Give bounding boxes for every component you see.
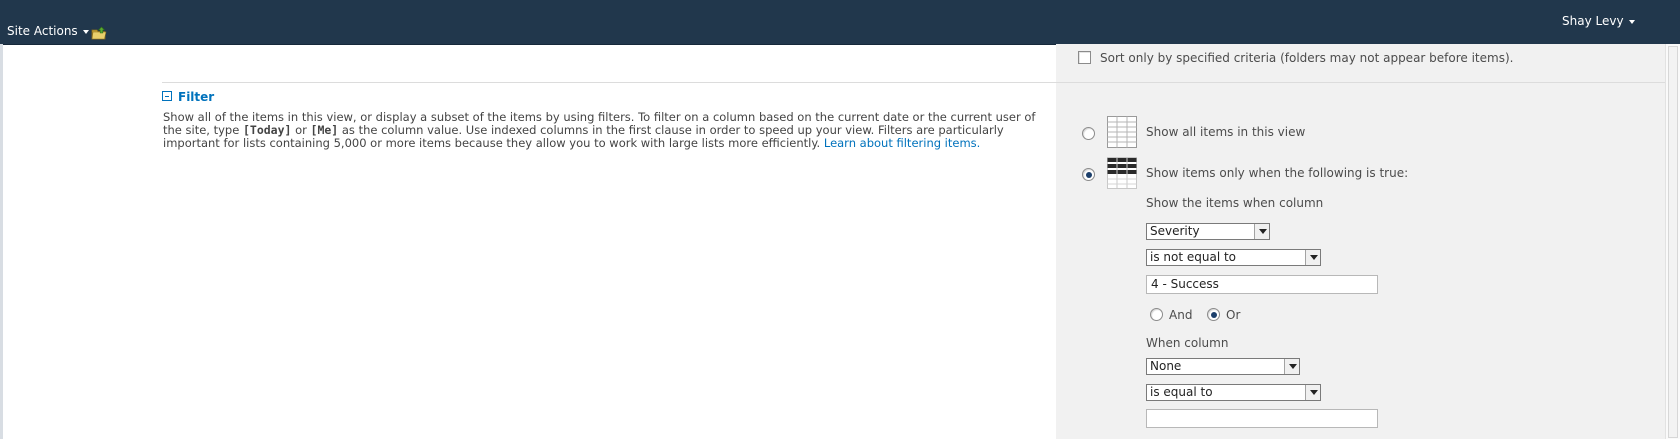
or-label: Or xyxy=(1226,308,1241,322)
dropdown-arrow-icon[interactable] xyxy=(1284,359,1299,374)
today-token: [Today] xyxy=(242,123,292,137)
clause2-operator-select[interactable]: is equal to xyxy=(1146,384,1321,401)
clause2-operator-value: is equal to xyxy=(1150,385,1213,399)
section-divider-panel xyxy=(1056,82,1665,83)
or-radio[interactable] xyxy=(1207,308,1220,321)
show-when-radio[interactable] xyxy=(1082,168,1095,181)
chevron-down-icon xyxy=(82,29,89,34)
learn-filtering-link[interactable]: Learn about filtering items. xyxy=(824,136,980,150)
user-name: Shay Levy xyxy=(1562,14,1624,28)
clause2-column-label: When column xyxy=(1146,336,1229,350)
clause1-column-select[interactable]: Severity xyxy=(1146,223,1270,240)
clause1-operator-select[interactable]: is not equal to xyxy=(1146,249,1321,266)
and-radio[interactable] xyxy=(1150,308,1163,321)
show-all-label: Show all items in this view xyxy=(1146,125,1306,139)
clause1-column-label: Show the items when column xyxy=(1146,196,1324,210)
show-all-table-icon xyxy=(1107,116,1137,148)
clause2-value-input[interactable] xyxy=(1146,409,1378,428)
and-option[interactable]: And xyxy=(1150,308,1192,322)
sort-criteria-row: Sort only by specified criteria (folders… xyxy=(1078,51,1513,65)
top-ribbon-bar xyxy=(0,0,1680,45)
clause1-operator-value: is not equal to xyxy=(1150,250,1237,264)
and-label: And xyxy=(1169,308,1193,322)
collapse-icon[interactable] xyxy=(162,91,172,101)
navigate-up-folder-icon[interactable] xyxy=(91,26,107,40)
sort-criteria-label: Sort only by specified criteria (folders… xyxy=(1100,51,1514,65)
section-divider xyxy=(162,82,1056,83)
filter-section-header[interactable]: Filter xyxy=(162,90,214,104)
scrollbar-thumb[interactable] xyxy=(1668,46,1678,438)
or-option[interactable]: Or xyxy=(1207,308,1240,322)
description-or: or xyxy=(291,123,311,137)
show-when-label: Show items only when the following is tr… xyxy=(1146,166,1409,180)
left-border xyxy=(0,44,3,439)
clause2-column-select[interactable]: None xyxy=(1146,358,1300,375)
site-actions-label: Site Actions xyxy=(7,24,78,38)
user-menu[interactable]: Shay Levy xyxy=(1562,14,1635,28)
me-token: [Me] xyxy=(310,123,339,137)
dropdown-arrow-icon[interactable] xyxy=(1254,224,1269,239)
filter-description: Show all of the items in this view, or d… xyxy=(163,111,1043,150)
show-all-radio[interactable] xyxy=(1082,127,1095,140)
chevron-down-icon xyxy=(1628,19,1635,24)
filter-section-title: Filter xyxy=(178,90,215,104)
dropdown-arrow-icon[interactable] xyxy=(1305,385,1320,400)
dropdown-arrow-icon[interactable] xyxy=(1305,250,1320,265)
clause1-column-value: Severity xyxy=(1150,224,1200,238)
clause1-value-input[interactable]: 4 - Success xyxy=(1146,275,1378,294)
clause1-value-text: 4 - Success xyxy=(1151,277,1219,291)
options-panel xyxy=(1056,44,1665,439)
sort-criteria-checkbox[interactable] xyxy=(1078,51,1091,64)
clause2-column-value: None xyxy=(1150,359,1182,373)
filtered-table-icon xyxy=(1107,157,1137,189)
site-actions-menu[interactable]: Site Actions xyxy=(7,24,89,38)
